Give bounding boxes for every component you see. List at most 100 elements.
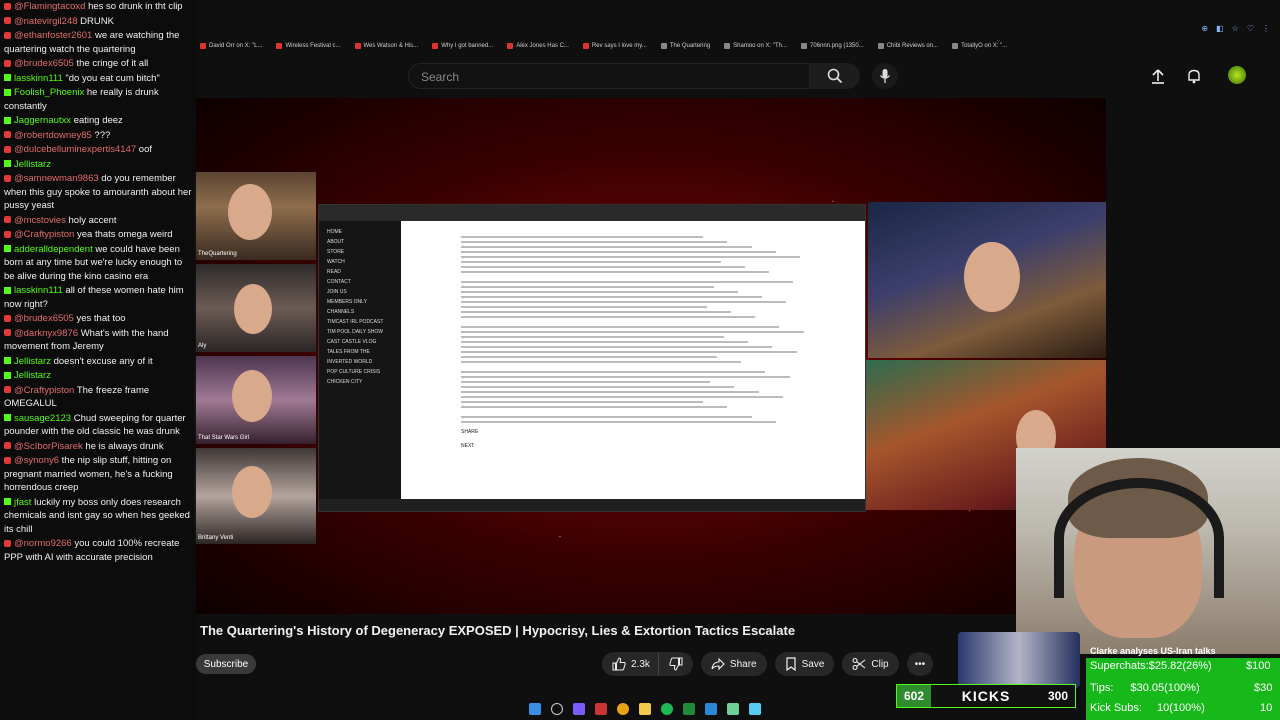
chat-message: sausage2123 Chud sweeping for quarter po… xyxy=(4,412,192,439)
chat-username[interactable]: lasskinn111 xyxy=(14,285,63,296)
windows-start-icon[interactable] xyxy=(529,703,541,715)
shared-sidebar-item: TALES FROM THE INVERTED WORLD xyxy=(327,349,373,365)
chat-message: @synony6 the nip slip stuff, hitting on … xyxy=(4,454,192,495)
bookmark-label: Chibi Reviews on... xyxy=(886,43,939,49)
person-face xyxy=(232,370,272,422)
news-thumbnail[interactable] xyxy=(958,632,1080,688)
create-button[interactable] xyxy=(1148,66,1168,86)
cam-label: Brittany Venti xyxy=(198,535,234,541)
favicon-icon xyxy=(660,43,667,49)
chat-message: @normo9266 you could 100% recreate PPP w… xyxy=(4,537,192,564)
article-share-label[interactable]: SHARE xyxy=(461,429,807,435)
article-text-line xyxy=(461,251,776,253)
chat-username[interactable]: Jaggernautxx xyxy=(14,115,71,126)
chat-username[interactable]: @robertdowney85 xyxy=(14,130,92,141)
spotify-icon[interactable] xyxy=(661,703,673,715)
article-text-line xyxy=(461,341,749,343)
bookmark-item[interactable]: Shamoo on X: "Th... xyxy=(724,43,787,49)
save-button[interactable]: Save xyxy=(774,652,835,676)
chat-text: he is always drunk xyxy=(85,440,164,452)
article-text-line xyxy=(461,311,731,313)
bookmark-item[interactable]: Why I got banned... xyxy=(432,43,493,49)
app-icon[interactable] xyxy=(749,703,761,715)
chat-username[interactable]: jfast xyxy=(14,497,31,508)
chat-username[interactable]: @natevirgil248 xyxy=(14,16,78,27)
chat-username[interactable]: @ScIborPisarek xyxy=(14,441,83,452)
chat-username[interactable]: adderalldependent xyxy=(14,244,93,255)
chat-username[interactable]: @brudex6505 xyxy=(14,313,74,324)
kick-icon xyxy=(4,245,11,253)
chat-username[interactable]: @synony6 xyxy=(14,455,59,466)
chat-text: oof xyxy=(138,144,152,155)
account-avatar[interactable] xyxy=(1228,66,1246,84)
star-icon[interactable]: ☆ xyxy=(1232,24,1239,33)
chat-message: Foolish_Phoenix he really is drunk const… xyxy=(4,86,192,113)
bookmark-item[interactable]: The Quartering xyxy=(660,43,710,49)
bookmark-item[interactable]: Alex Jones Has C... xyxy=(507,43,569,49)
app-icon[interactable] xyxy=(705,703,717,715)
article-text-line xyxy=(461,326,780,328)
chat-username[interactable]: @samnewman9863 xyxy=(14,173,99,184)
search-button[interactable] xyxy=(810,63,860,89)
dislike-button[interactable] xyxy=(657,652,693,676)
bookmark-item[interactable]: Wes Watson & His... xyxy=(354,43,418,49)
tips-label: Tips: xyxy=(1090,682,1114,694)
menu-icon[interactable]: ⋮ xyxy=(1262,24,1270,33)
bookmark-item[interactable]: TotallyO on X: "... xyxy=(952,43,1007,49)
extension-icon[interactable]: ◧ xyxy=(1216,24,1224,33)
chat-username[interactable]: @darknyx9876 xyxy=(14,328,78,339)
folder-icon[interactable] xyxy=(639,703,651,715)
chat-username[interactable]: @mcstovies xyxy=(14,215,66,226)
chat-message: Jellistarz doesn't excuse any of it xyxy=(4,355,192,369)
bookmark-label: Shamoo on X: "Th... xyxy=(733,43,787,49)
favicon-icon xyxy=(200,43,206,49)
like-button[interactable]: 2.3k xyxy=(602,652,658,676)
chrome-icon[interactable] xyxy=(617,703,629,715)
chat-username[interactable]: @Craftypiston xyxy=(14,385,74,396)
zoom-icon[interactable]: ⊕ xyxy=(1201,24,1208,33)
voice-search-button[interactable] xyxy=(872,63,898,89)
search-input[interactable]: Search xyxy=(408,63,810,89)
chat-message: @Flamingtacoxd hes so drunk in tht clip xyxy=(4,0,192,14)
headphones xyxy=(1054,478,1224,598)
chat-username[interactable]: lasskinn111 xyxy=(14,73,63,84)
excel-icon[interactable] xyxy=(683,703,695,715)
bookmark-item[interactable]: David Orr on X: "L... xyxy=(200,43,262,49)
upload-icon xyxy=(1152,69,1164,84)
article-text-line xyxy=(461,236,704,238)
app-icon[interactable] xyxy=(573,703,585,715)
person-face xyxy=(234,284,272,334)
chat-text: hes so drunk in tht clip xyxy=(88,1,183,12)
clip-button[interactable]: Clip xyxy=(842,652,899,676)
bookmark-item[interactable]: Chibi Reviews on... xyxy=(877,43,939,49)
bookmark-item[interactable]: 706nnn.png (1350... xyxy=(801,43,864,49)
chat-username[interactable]: @ethanfoster2601 xyxy=(14,30,92,41)
webcam-tile: That Star Wars Girl xyxy=(194,356,316,444)
bookmark-label: Wireless Festival c... xyxy=(285,43,341,49)
bookmark-item[interactable]: Wireless Festival c... xyxy=(276,43,341,49)
youtube-icon xyxy=(4,216,11,224)
chat-username[interactable]: Jellistarz xyxy=(14,370,51,381)
chat-username[interactable]: @brudex6505 xyxy=(14,58,74,69)
search-icon[interactable] xyxy=(551,703,563,715)
chat-username[interactable]: @normo9266 xyxy=(14,538,72,549)
chat-username[interactable]: @dulcebelluminexpertis4147 xyxy=(14,144,136,155)
chat-message: @robertdowney85 ??? xyxy=(4,129,192,143)
app-icon[interactable] xyxy=(727,703,739,715)
chat-message: @samnewman9863 do you remember when this… xyxy=(4,172,192,213)
more-actions-button[interactable]: ••• xyxy=(906,652,934,676)
notifications-button[interactable] xyxy=(1184,66,1204,86)
share-button[interactable]: Share xyxy=(700,652,767,676)
bookmark-item[interactable]: Rev says I love my... xyxy=(582,43,647,49)
heart-icon[interactable]: ♡ xyxy=(1247,24,1254,33)
subscribe-button[interactable]: Subscribe xyxy=(196,654,256,674)
kick-icon xyxy=(4,74,11,82)
chat-username[interactable]: Foolish_Phoenix xyxy=(14,87,84,98)
chat-username[interactable]: Jellistarz xyxy=(14,159,51,170)
chat-username[interactable]: sausage2123 xyxy=(14,413,71,424)
app-icon[interactable] xyxy=(595,703,607,715)
article-next-label[interactable]: NEXT xyxy=(461,443,807,449)
chat-username[interactable]: @Flamingtacoxd xyxy=(14,1,85,12)
chat-username[interactable]: Jellistarz xyxy=(14,356,51,367)
chat-username[interactable]: @Craftypiston xyxy=(14,229,74,240)
